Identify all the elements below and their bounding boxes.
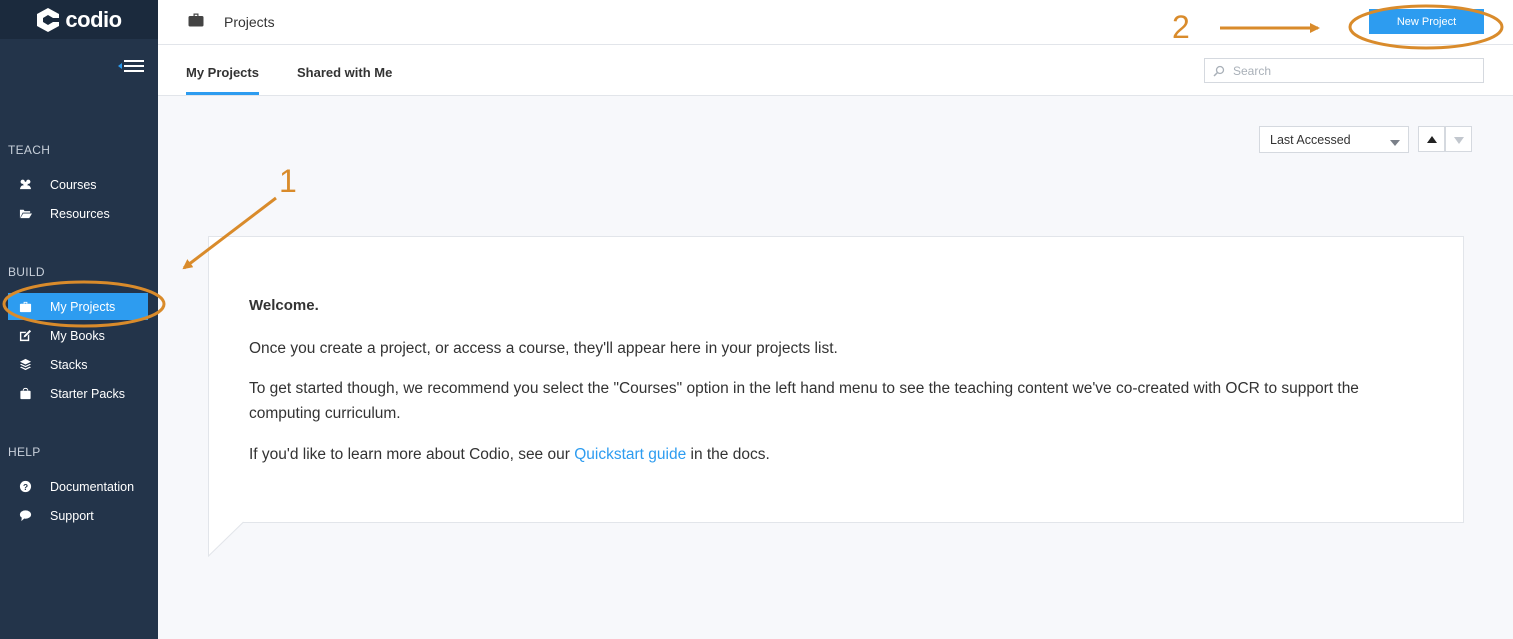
sidebar-item-my-books[interactable]: My Books bbox=[8, 322, 148, 349]
sort-descending-button[interactable] bbox=[1445, 126, 1472, 152]
welcome-text-1: Once you create a project, or access a c… bbox=[249, 340, 838, 357]
welcome-panel-tail bbox=[208, 521, 244, 557]
briefcase-icon bbox=[8, 300, 42, 313]
codio-logo[interactable]: codio bbox=[36, 6, 122, 33]
sidebar-item-label: Courses bbox=[50, 177, 97, 192]
folder-open-icon bbox=[8, 207, 42, 220]
sort-ascending-button[interactable] bbox=[1418, 126, 1445, 152]
sidebar-item-label: My Projects bbox=[50, 299, 116, 314]
logo-bar: codio bbox=[0, 0, 158, 39]
bag-icon bbox=[8, 387, 42, 400]
svg-text:?: ? bbox=[22, 482, 27, 492]
welcome-text-3: If you'd like to learn more about Codio,… bbox=[249, 442, 1399, 467]
section-label-teach: TEACH bbox=[8, 143, 51, 157]
sidebar-item-stacks[interactable]: Stacks bbox=[8, 351, 148, 378]
sort-select[interactable]: Last Accessed bbox=[1259, 126, 1409, 153]
sidebar-item-label: Support bbox=[50, 508, 94, 523]
search-input[interactable] bbox=[1233, 63, 1473, 78]
sidebar-item-label: Documentation bbox=[50, 479, 135, 494]
tab-shared-with-me[interactable]: Shared with Me bbox=[297, 65, 392, 95]
tab-my-projects[interactable]: My Projects bbox=[186, 65, 259, 95]
edit-icon bbox=[8, 329, 42, 342]
users-icon bbox=[8, 178, 42, 191]
question-icon: ? bbox=[8, 480, 42, 493]
welcome-text-3-before: If you'd like to learn more about Codio,… bbox=[249, 446, 575, 463]
section-label-build: BUILD bbox=[8, 265, 45, 279]
sidebar-item-courses[interactable]: Courses bbox=[8, 171, 148, 198]
sidebar-item-label: Stacks bbox=[50, 357, 88, 372]
page-title: Projects bbox=[224, 14, 275, 30]
sidebar-item-resources[interactable]: Resources bbox=[8, 200, 148, 227]
search-box[interactable] bbox=[1204, 58, 1484, 83]
new-project-button[interactable]: New Project bbox=[1369, 9, 1484, 34]
sort-select-value: Last Accessed bbox=[1270, 132, 1351, 147]
welcome-panel: Welcome. Once you create a project, or a… bbox=[208, 236, 1464, 523]
welcome-heading: Welcome. bbox=[249, 297, 319, 314]
sidebar: codio TEACH Courses Resources BUILD My P… bbox=[0, 0, 158, 639]
search-icon bbox=[1213, 65, 1225, 77]
sidebar-item-my-projects[interactable]: My Projects bbox=[8, 293, 148, 320]
quickstart-guide-link[interactable]: Quickstart guide bbox=[574, 446, 686, 463]
triangle-down-icon bbox=[1454, 137, 1464, 144]
menu-toggle-icon[interactable] bbox=[118, 58, 146, 76]
triangle-up-icon bbox=[1427, 136, 1437, 143]
sidebar-item-label: Resources bbox=[50, 206, 110, 221]
brand-name: codio bbox=[65, 6, 122, 32]
tabs-bar: My Projects Shared with Me bbox=[158, 45, 1513, 96]
annotation-label-2: 2 bbox=[1172, 9, 1190, 45]
chevron-down-icon bbox=[1390, 140, 1400, 146]
top-bar: Projects New Project bbox=[158, 0, 1513, 45]
sidebar-item-support[interactable]: Support bbox=[8, 502, 148, 529]
briefcase-icon bbox=[188, 13, 204, 27]
sidebar-item-label: Starter Packs bbox=[50, 386, 126, 401]
sidebar-item-documentation[interactable]: ? Documentation bbox=[8, 473, 148, 500]
stack-icon bbox=[8, 358, 42, 371]
welcome-text-2: To get started though, we recommend you … bbox=[249, 380, 1359, 422]
annotation-label-1: 1 bbox=[279, 163, 297, 199]
codio-logo-icon bbox=[37, 7, 60, 32]
sidebar-item-label: My Books bbox=[50, 328, 105, 343]
chat-icon bbox=[8, 509, 42, 522]
welcome-text-3-after: in the docs. bbox=[686, 446, 770, 463]
sidebar-item-starter-packs[interactable]: Starter Packs bbox=[8, 380, 148, 407]
section-label-help: HELP bbox=[8, 445, 41, 459]
